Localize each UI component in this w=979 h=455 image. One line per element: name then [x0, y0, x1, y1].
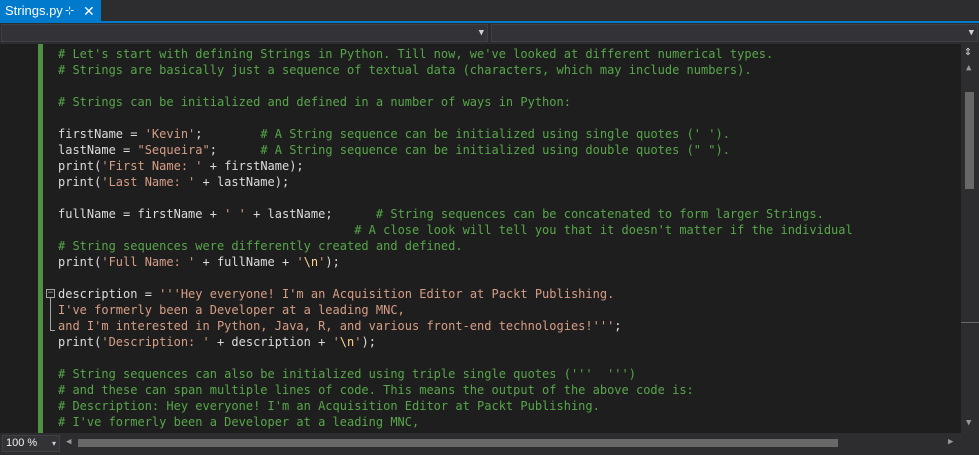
code-text: ); [325, 255, 340, 269]
vertical-scrollbar[interactable]: ⇕ ▲ ▼ [961, 44, 979, 433]
code-comment: # Description: Hey everyone! I'm an Acqu… [58, 399, 600, 413]
code-line[interactable]: print('Full Name: ' + fullName + '\n'); [58, 254, 340, 270]
code-line[interactable]: # Strings can be initialized and defined… [58, 94, 571, 110]
code-line[interactable]: # Description: Hey everyone! I'm an Acqu… [58, 398, 600, 414]
code-string: ' [296, 255, 304, 269]
chevron-down-icon: ▾ [51, 439, 56, 448]
code-string: "Sequeira" [137, 143, 210, 157]
tab-title: Strings.py [5, 3, 63, 18]
code-line[interactable]: description = '''Hey everyone! I'm an Ac… [58, 286, 614, 302]
right-navigation-dropdown[interactable]: ▼ [491, 24, 978, 42]
code-text: print( [58, 335, 102, 349]
code-string: I've formerly been a Developer at a lead… [58, 303, 405, 317]
change-tracking-bar [38, 44, 43, 433]
scroll-left-icon[interactable]: ◀ [66, 437, 71, 447]
split-window-icon[interactable]: ⇕ [964, 45, 972, 59]
code-line[interactable]: I've formerly been a Developer at a lead… [58, 302, 405, 318]
code-line[interactable]: and I'm interested in Python, Java, R, a… [58, 318, 622, 334]
code-text: ; [614, 319, 622, 333]
code-text: print( [58, 159, 102, 173]
code-line[interactable]: lastName = "Sequeira"; # A String sequen… [58, 142, 730, 158]
code-line[interactable]: # String sequences can also be initializ… [58, 366, 636, 382]
code-text: ; [209, 143, 261, 157]
code-text: + fullName + [195, 255, 297, 269]
zoom-dropdown[interactable]: 100 % ▾ [2, 435, 60, 452]
code-text: + lastName; [245, 207, 376, 221]
code-comment: # and these can span multiple lines of c… [58, 383, 694, 397]
code-text: + description + [209, 335, 333, 349]
code-string: and I'm interested in Python, Java, R, a… [58, 319, 615, 333]
zoom-level: 100 % [6, 437, 38, 449]
code-comment: # Strings can be initialized and defined… [58, 95, 571, 109]
code-line[interactable]: firstName = 'Kevin'; # A String sequence… [58, 126, 730, 142]
code-line[interactable]: fullName = firstName + ' ' + lastName; #… [58, 206, 824, 222]
code-text: ; [195, 127, 261, 141]
code-line[interactable]: # Strings are basically just a sequence … [58, 62, 752, 78]
outline-fold-line [50, 298, 51, 331]
collapse-icon[interactable]: − [46, 289, 55, 298]
scroll-up-icon[interactable]: ▲ [966, 63, 971, 73]
code-line[interactable]: # String sequences were differently crea… [58, 238, 463, 254]
code-line[interactable]: # Let's start with defining Strings in P… [58, 46, 773, 62]
code-line[interactable]: print('Last Name: ' + lastName); [58, 174, 289, 190]
code-text: ); [361, 335, 376, 349]
code-line[interactable]: print('Description: ' + description + '\… [58, 334, 376, 350]
code-comment: # Strings are basically just a sequence … [58, 63, 752, 77]
code-string: '''Hey everyone! I'm an Acquisition Edit… [159, 287, 615, 301]
horizontal-scroll-thumb[interactable] [78, 439, 838, 447]
code-line[interactable]: # A close look will tell you that it doe… [58, 222, 853, 238]
code-comment: # String sequences can also be initializ… [58, 367, 636, 381]
code-comment: # A close look will tell you that it doe… [354, 223, 853, 237]
navigation-bar: ▼ ▼ [0, 23, 979, 44]
code-string: ' ' [224, 207, 246, 221]
code-string: 'Description: ' [101, 335, 210, 349]
document-tab-bar: Strings.py ⊹ ✕ [0, 0, 979, 23]
scroll-right-icon[interactable]: ▶ [948, 437, 953, 447]
code-comment: # Let's start with defining Strings in P… [58, 47, 774, 61]
code-string: 'Kevin' [144, 127, 196, 141]
code-line[interactable]: print('First Name: ' + firstName); [58, 158, 304, 174]
code-line[interactable]: # I've formerly been a Developer at a le… [58, 414, 419, 430]
code-string: 'First Name: ' [101, 159, 203, 173]
code-text: print( [58, 255, 102, 269]
code-string: 'Full Name: ' [101, 255, 196, 269]
pin-tab-icon[interactable]: ⊹ [65, 0, 74, 22]
code-comment: # A String sequence can be initialized u… [260, 143, 730, 157]
code-string: ' [332, 335, 340, 349]
code-comment: # A String sequence can be initialized u… [260, 127, 730, 141]
tab-strings-py[interactable]: Strings.py ⊹ ✕ [0, 0, 101, 22]
code-comment: # String sequences can be concatenated t… [375, 207, 824, 221]
chevron-down-icon: ▼ [968, 28, 974, 38]
code-text: lastName = [58, 143, 138, 157]
selection-margin [0, 44, 38, 433]
code-text: description = [58, 287, 160, 301]
scroll-position-marker [961, 322, 979, 323]
bottom-bar: 100 % ▾ ◀ ▶ [0, 433, 979, 455]
left-navigation-dropdown[interactable]: ▼ [1, 24, 488, 42]
close-tab-icon[interactable]: ✕ [83, 0, 95, 22]
chevron-down-icon: ▼ [478, 28, 484, 38]
code-string: 'Last Name: ' [101, 175, 196, 189]
scrollbar-corner [961, 433, 979, 455]
code-text: print( [58, 175, 102, 189]
code-line[interactable]: # and these can span multiple lines of c… [58, 382, 694, 398]
code-comment: # String sequences were differently crea… [58, 239, 463, 253]
code-editor[interactable]: − # Let's start with defining Strings in… [0, 44, 961, 433]
code-text: + firstName); [202, 159, 304, 173]
outline-fold-end [50, 330, 55, 331]
scroll-down-icon[interactable]: ▼ [966, 418, 971, 428]
code-comment: # I've formerly been a Developer at a le… [58, 415, 420, 429]
code-string: \n [303, 255, 319, 269]
code-text: fullName = firstName + [58, 207, 225, 221]
code-text: firstName = [58, 127, 145, 141]
code-text: + lastName); [195, 175, 290, 189]
code-string: \n [339, 335, 355, 349]
vertical-scroll-thumb[interactable] [965, 92, 974, 189]
